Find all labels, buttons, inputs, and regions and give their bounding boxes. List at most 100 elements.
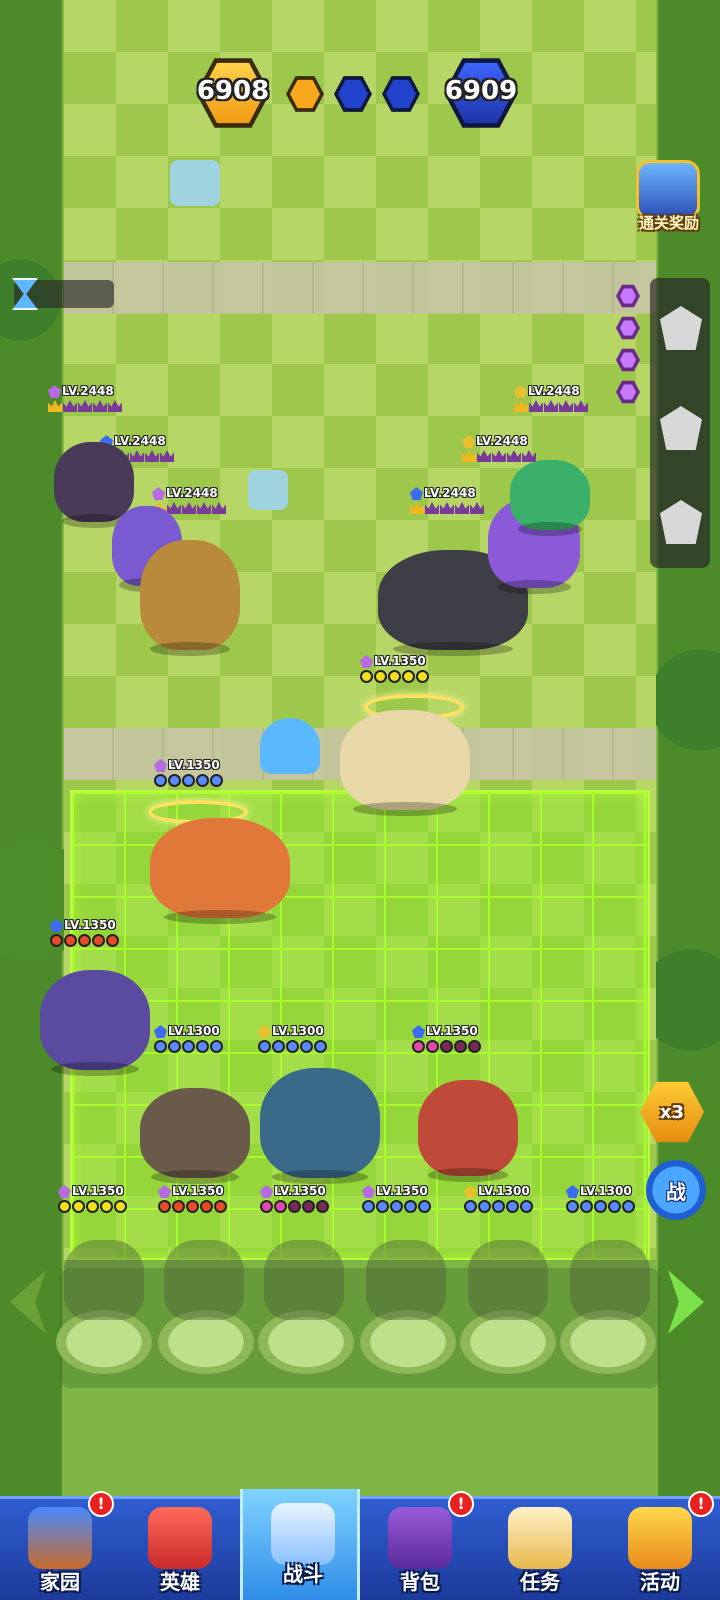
score-bar: 6908 6909 — [196, 56, 526, 130]
unit-level: LV.2448 — [528, 384, 580, 398]
crescent-star-rating — [258, 1040, 327, 1054]
crescent-star-rating — [154, 1040, 223, 1054]
nav-events[interactable]: 活动 ! — [600, 1491, 720, 1600]
crown-icon — [425, 502, 439, 514]
faction-gem-icon — [464, 1185, 477, 1198]
faction-gem-icon — [514, 385, 527, 398]
player-hero-hydra[interactable] — [260, 1068, 380, 1184]
bench-hero-ghost[interactable] — [366, 1240, 446, 1320]
clear-reward-button[interactable]: 通关奖励 — [624, 160, 714, 240]
player-hero-medusa[interactable] — [140, 1088, 250, 1184]
faction-gem-icon — [154, 1025, 167, 1038]
player-unit-tag: LV.1350 — [360, 654, 460, 694]
player-unit-tag: LV.1350 — [412, 1024, 512, 1064]
unit-level: LV.2448 — [114, 434, 166, 448]
crown-icon — [462, 450, 476, 462]
crown-icon — [455, 502, 469, 514]
faction-gem-icon — [360, 655, 373, 668]
player-unit-tag: LV.1350 — [158, 1184, 258, 1224]
floor-rune-tile — [170, 160, 220, 206]
nav-home[interactable]: 家园 ! — [0, 1491, 120, 1600]
player-unit-tag: LV.1300 — [154, 1024, 254, 1064]
clear-reward-label: 通关奖励 — [638, 214, 699, 232]
blue-round-pip-1 — [334, 76, 372, 112]
crossed-swords-icon — [271, 1503, 335, 1565]
crown-icon — [492, 450, 506, 462]
faction-gem-icon — [258, 1025, 271, 1038]
bench-hero-ghost[interactable] — [570, 1240, 650, 1320]
faction-gem-icon — [412, 1025, 425, 1038]
crescent-star-rating — [154, 774, 223, 788]
bench-hero-ghost[interactable] — [264, 1240, 344, 1320]
treasure-chest-icon — [388, 1507, 452, 1569]
crescent-star-rating — [566, 1200, 635, 1214]
player-unit-tag: LV.1350 — [50, 918, 150, 958]
crown-icon — [544, 400, 558, 412]
crescent-star-rating — [362, 1200, 431, 1214]
player-hero-flame-archer[interactable] — [150, 818, 290, 924]
crown-icon — [514, 400, 528, 412]
faction-gem-icon — [462, 435, 475, 448]
enemy-unit-tag: LV.2448 — [48, 384, 148, 424]
round-timer-bar — [12, 278, 114, 310]
crown-star-rating — [48, 400, 122, 414]
nav-quests[interactable]: 任务 — [480, 1499, 600, 1600]
unit-level: LV.1300 — [272, 1024, 324, 1038]
unit-level: LV.2448 — [62, 384, 114, 398]
unit-level: LV.1350 — [426, 1024, 478, 1038]
unit-level: LV.2448 — [166, 486, 218, 500]
faction-gem-icon — [260, 1185, 273, 1198]
unit-level: LV.1300 — [580, 1184, 632, 1198]
unit-level: LV.1350 — [168, 758, 220, 772]
crescent-star-rating — [464, 1200, 533, 1214]
rose-star-rating — [260, 1200, 329, 1214]
crown-star-rating — [514, 400, 588, 414]
crown-icon — [160, 450, 174, 462]
unit-level: LV.1300 — [478, 1184, 530, 1198]
faction-gem-icon — [48, 385, 61, 398]
player-hero-winged-paladin[interactable] — [340, 710, 470, 816]
enemy-unit-tag: LV.2448 — [514, 384, 614, 424]
crown-icon — [130, 450, 144, 462]
unit-level: LV.2448 — [424, 486, 476, 500]
lightning-star-rating — [58, 1200, 127, 1214]
bench-hero-ghost[interactable] — [64, 1240, 144, 1320]
blue-round-pip-2 — [382, 76, 420, 112]
faction-gem-icon — [410, 487, 423, 500]
enemy-hero-golden-knight[interactable] — [140, 540, 240, 656]
alert-badge: ! — [688, 1491, 714, 1517]
nav-label: 任务 — [520, 1570, 560, 1594]
nav-heroes[interactable]: 英雄 — [120, 1499, 240, 1600]
crown-icon — [197, 502, 211, 514]
player-unit-tag: LV.1350 — [362, 1184, 462, 1224]
faction-gem-icon — [154, 759, 167, 772]
fight-button[interactable]: 战 — [646, 1160, 706, 1220]
alert-badge: ! — [448, 1491, 474, 1517]
crown-icon — [108, 400, 122, 412]
enemy-hero-bat-demon[interactable] — [54, 442, 134, 528]
hourglass-icon — [12, 278, 38, 310]
event-crown-icon — [628, 1507, 692, 1569]
lightning-star-rating — [360, 670, 429, 684]
home-castle-icon — [28, 1507, 92, 1569]
player-hero-dark-knight[interactable] — [40, 970, 150, 1076]
crown-icon — [93, 400, 107, 412]
player-unit-tag: LV.1300 — [258, 1024, 358, 1064]
crown-icon — [48, 400, 62, 412]
floor-rune-tile — [248, 470, 288, 510]
player-hero-beast-warrior[interactable] — [418, 1080, 518, 1182]
nav-label: 家园 — [40, 1570, 80, 1594]
bench-hero-ghost[interactable] — [468, 1240, 548, 1320]
nav-battle[interactable]: 战斗 — [240, 1489, 360, 1600]
nav-bag[interactable]: 背包 ! — [360, 1491, 480, 1600]
bottom-navigation: 家园 ! 英雄 战斗 背包 ! 任务 活动 ! — [0, 1489, 720, 1600]
crown-icon — [145, 450, 159, 462]
faction-gem-icon — [58, 1185, 71, 1198]
unit-level: LV.1350 — [172, 1184, 224, 1198]
rose-star-rating — [412, 1040, 481, 1054]
bench-hero-ghost[interactable] — [164, 1240, 244, 1320]
enemy-hero-elf-spear[interactable] — [510, 460, 590, 536]
nav-label: 英雄 — [160, 1570, 200, 1594]
unit-level: LV.2448 — [476, 434, 528, 448]
unit-level: LV.1350 — [374, 654, 426, 668]
